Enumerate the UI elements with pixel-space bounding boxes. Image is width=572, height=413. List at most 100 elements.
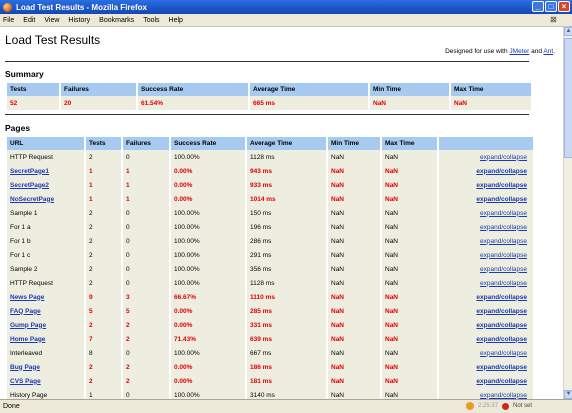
- expand-collapse-link[interactable]: expand/collapse: [476, 322, 527, 329]
- pages-cell-max: NaN: [382, 374, 437, 388]
- pages-cell-tests: 1: [86, 178, 121, 192]
- menu-tools[interactable]: Tools: [143, 17, 159, 24]
- table-row: SecretPage2 1 1 0.00% 933 ms NaN NaN expand/col…: [7, 178, 533, 192]
- pages-cell-tests: 2: [86, 262, 121, 276]
- menu-bar: File Edit View History Bookmarks Tools H…: [0, 14, 572, 27]
- scroll-down-icon[interactable]: ▼: [564, 390, 572, 399]
- expand-collapse-link[interactable]: expand/collapse: [476, 196, 527, 203]
- addon-icon[interactable]: [465, 402, 474, 410]
- minimize-icon[interactable]: _: [532, 1, 544, 12]
- pages-cell-rate: 66.67%: [171, 290, 245, 304]
- pages-cell-url: For 1 b: [7, 234, 84, 248]
- pages-cell-failures: 1: [123, 192, 169, 206]
- table-row: For 1 c 2 0 100.00% 291 ms NaN NaN expand/colla…: [7, 248, 533, 262]
- pages-cell-url: Sample 2: [7, 262, 84, 276]
- pages-cell-avg: 943 ms: [247, 164, 326, 178]
- maximize-icon[interactable]: □: [545, 1, 557, 12]
- pages-cell-tests: 5: [86, 304, 121, 318]
- table-row: Bug Page 2 2 0.00% 186 ms NaN NaN expand/collap…: [7, 360, 533, 374]
- expand-collapse-link[interactable]: expand/collapse: [476, 364, 527, 371]
- menu-file[interactable]: File: [3, 17, 14, 24]
- pages-cell-tests: 9: [86, 290, 121, 304]
- expand-collapse-link[interactable]: expand/collapse: [476, 168, 527, 175]
- pages-cell-avg: 150 ms: [247, 206, 326, 220]
- expand-collapse-link[interactable]: expand/collapse: [476, 294, 527, 301]
- pages-cell-toggle: expand/collapse: [439, 374, 533, 388]
- pages-cell-url: Home Page: [7, 332, 84, 346]
- pages-header: Min Time: [328, 137, 380, 150]
- close-icon[interactable]: ×: [558, 1, 570, 12]
- pages-cell-max: NaN: [382, 220, 437, 234]
- expand-collapse-link[interactable]: expand/collapse: [476, 378, 527, 385]
- window-title: Load Test Results - Mozilla Firefox: [16, 2, 147, 12]
- status-indicator-icon[interactable]: [501, 402, 509, 410]
- pages-cell-toggle: expand/collapse: [439, 346, 533, 360]
- scroll-thumb[interactable]: [564, 38, 572, 158]
- expand-collapse-link[interactable]: expand/collapse: [480, 280, 527, 287]
- scroll-up-icon[interactable]: ▲: [564, 27, 572, 36]
- expand-collapse-link[interactable]: expand/collapse: [476, 308, 527, 315]
- menu-help[interactable]: Help: [169, 17, 183, 24]
- table-row: HTTP Request 2 0 100.00% 1128 ms NaN NaN expand…: [7, 150, 533, 164]
- summary-success-rate: 61.54%: [138, 96, 248, 110]
- jmeter-link[interactable]: JMeter: [509, 48, 529, 55]
- pages-header: Average Time: [247, 137, 326, 150]
- pages-cell-min: NaN: [328, 388, 380, 399]
- designed-period: .: [553, 48, 555, 55]
- pages-cell-avg: 186 ms: [247, 360, 326, 374]
- pages-cell-rate: 0.00%: [171, 318, 245, 332]
- pages-cell-rate: 0.00%: [171, 192, 245, 206]
- pages-cell-url: HTTP Request: [7, 150, 84, 164]
- expand-collapse-link[interactable]: expand/collapse: [480, 252, 527, 259]
- pages-cell-min: NaN: [328, 290, 380, 304]
- pages-cell-max: NaN: [382, 332, 437, 346]
- pages-header: Failures: [123, 137, 169, 150]
- pages-cell-max: NaN: [382, 388, 437, 399]
- pages-cell-tests: 2: [86, 360, 121, 374]
- expand-collapse-link[interactable]: expand/collapse: [476, 182, 527, 189]
- close-tab-icon[interactable]: ⊠: [550, 15, 559, 24]
- pages-cell-max: NaN: [382, 346, 437, 360]
- menu-bookmarks[interactable]: Bookmarks: [99, 17, 134, 24]
- summary-failures: 20: [61, 96, 136, 110]
- vertical-scrollbar[interactable]: ▲ ▼: [563, 27, 572, 399]
- table-row: NoSecretPage 1 1 0.00% 1014 ms NaN NaN expand/c…: [7, 192, 533, 206]
- expand-collapse-link[interactable]: expand/collapse: [480, 224, 527, 231]
- expand-collapse-link[interactable]: expand/collapse: [480, 154, 527, 161]
- pages-cell-url: NoSecretPage: [7, 192, 84, 206]
- pages-cell-rate: 100.00%: [171, 220, 245, 234]
- pages-cell-tests: 1: [86, 388, 121, 399]
- pages-cell-max: NaN: [382, 290, 437, 304]
- expand-collapse-link[interactable]: expand/collapse: [476, 336, 527, 343]
- firefox-icon: [3, 2, 12, 12]
- pages-cell-url: For 1 c: [7, 248, 84, 262]
- pages-cell-failures: 0: [123, 388, 169, 399]
- table-row: FAQ Page 5 5 0.00% 285 ms NaN NaN expand/collap…: [7, 304, 533, 318]
- pages-cell-toggle: expand/collapse: [439, 164, 533, 178]
- menu-view[interactable]: View: [44, 17, 59, 24]
- summary-header: Min Time: [370, 83, 449, 96]
- pages-cell-tests: 7: [86, 332, 121, 346]
- summary-average-time: 665 ms: [250, 96, 368, 110]
- expand-collapse-link[interactable]: expand/collapse: [480, 210, 527, 217]
- pages-cell-max: NaN: [382, 206, 437, 220]
- pages-cell-max: NaN: [382, 248, 437, 262]
- pages-cell-avg: 639 ms: [247, 332, 326, 346]
- expand-collapse-link[interactable]: expand/collapse: [480, 350, 527, 357]
- pages-cell-failures: 2: [123, 360, 169, 374]
- expand-collapse-link[interactable]: expand/collapse: [480, 238, 527, 245]
- expand-collapse-link[interactable]: expand/collapse: [480, 266, 527, 273]
- expand-collapse-link[interactable]: expand/collapse: [480, 392, 527, 399]
- summary-header: Tests: [7, 83, 59, 96]
- summary-min-time: NaN: [370, 96, 449, 110]
- pages-cell-url: History Page: [7, 388, 84, 399]
- pages-cell-toggle: expand/collapse: [439, 276, 533, 290]
- ant-link[interactable]: Ant: [543, 48, 553, 55]
- table-row: Interleaved 8 0 100.00% 667 ms NaN NaN expand/c…: [7, 346, 533, 360]
- pages-cell-avg: 331 ms: [247, 318, 326, 332]
- pages-cell-tests: 2: [86, 248, 121, 262]
- pages-heading: Pages: [5, 123, 31, 133]
- pages-cell-avg: 3140 ms: [247, 388, 326, 399]
- menu-edit[interactable]: Edit: [23, 17, 35, 24]
- menu-history[interactable]: History: [68, 17, 90, 24]
